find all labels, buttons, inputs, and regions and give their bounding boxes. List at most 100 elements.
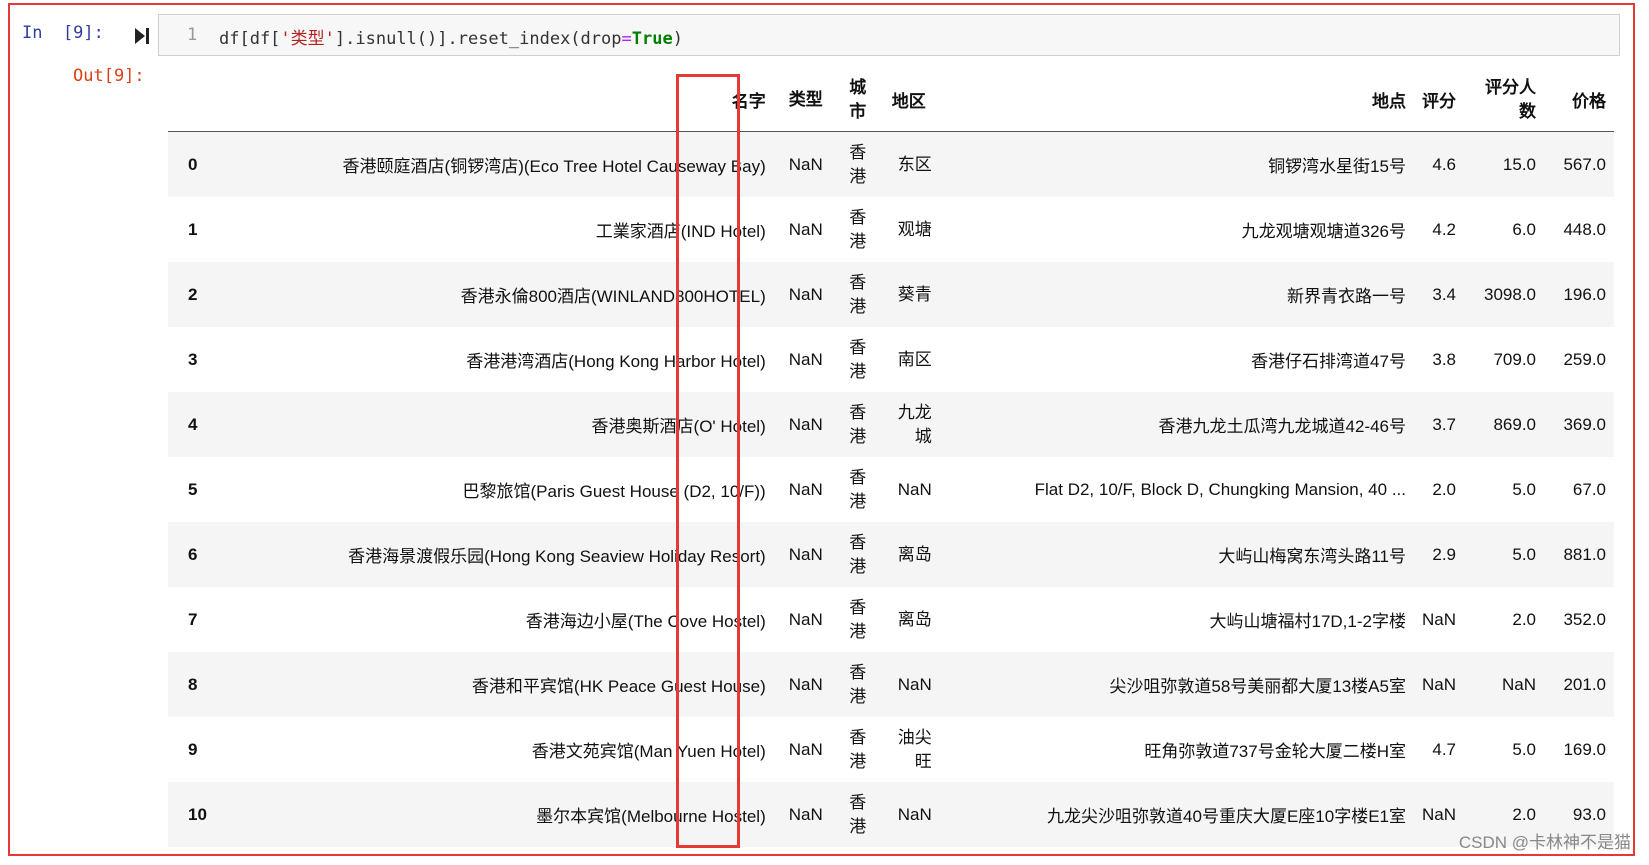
- cell-type: NaN: [788, 674, 823, 694]
- cell-address: 九龙尖沙咀弥敦道40号重庆大厦E座10字楼E1室: [1047, 807, 1406, 826]
- cell-type: NaN: [788, 414, 823, 434]
- table-row: 8 香港和平宾馆(HK Peace Guest House) NaN 香港 NaN 尖沙咀…: [168, 652, 1614, 717]
- row-index: 4: [188, 414, 198, 434]
- cell-rating: 3.7: [1432, 414, 1456, 434]
- cell-city-text: 香港: [849, 662, 867, 706]
- table-row: 10 墨尔本宾馆(Melbourne Hostel) NaN 香港 NaN 九龙尖沙咀弥敦…: [168, 782, 1614, 847]
- cell-district: 葵青: [878, 262, 940, 327]
- code-line[interactable]: df[df['类型'].isnull()].reset_index(drop=T…: [219, 24, 683, 49]
- cell-district-text: 观塘: [897, 219, 932, 239]
- column-header-city-label: 城市: [849, 77, 867, 121]
- cell-raters: 5.0: [1512, 479, 1536, 499]
- cell-rating: 4.7: [1432, 739, 1456, 759]
- table-row: 9 香港文苑宾馆(Man Yuen Hotel) NaN 香港 油尖旺 旺角弥敦道737号…: [168, 717, 1614, 782]
- column-header-raters: 评分人数: [1464, 68, 1544, 132]
- column-header-rating: 评分: [1413, 68, 1464, 132]
- cell-address: 大屿山塘福村17D,1-2字楼: [1209, 612, 1406, 631]
- output-prompt: Out[9]:: [73, 66, 145, 86]
- cell-district-text: 九龙城: [897, 402, 932, 446]
- cell-raters: 15.0: [1502, 154, 1536, 174]
- cell-city-text: 香港: [849, 142, 867, 186]
- cell-name: 香港奥斯酒店(O' Hotel): [591, 417, 766, 436]
- cell-name: 墨尔本宾馆(Melbourne Hostel): [536, 807, 766, 826]
- cell-district: 九龙城: [878, 392, 940, 457]
- input-prompt: In [9]:: [22, 23, 104, 43]
- cell-city-text: 香港: [849, 792, 867, 836]
- code-operator: =: [621, 29, 632, 49]
- watermark: CSDN @卡林神不是猫: [1458, 833, 1631, 852]
- cell-name: 工業家酒店(IND Hotel): [595, 222, 766, 241]
- column-header-price: 价格: [1544, 68, 1614, 132]
- cell-city: 香港: [838, 457, 878, 522]
- cell-district-text: 离岛: [897, 544, 932, 564]
- cell-raters: 3098.0: [1484, 284, 1536, 304]
- cell-address: 旺角弥敦道737号金轮大厦二楼H室: [1144, 742, 1406, 761]
- cell-city: 香港: [838, 522, 878, 587]
- cell-address: Flat D2, 10/F, Block D, Chungking Mansio…: [1034, 479, 1406, 499]
- column-header-name: 名字: [236, 68, 774, 132]
- cell-raters: NaN: [1501, 674, 1536, 694]
- cell-raters: 709.0: [1493, 349, 1536, 369]
- table-row: 2 香港永倫800酒店(WINLAND800HOTEL) NaN 香港 葵青 新界青衣路一…: [168, 262, 1614, 327]
- cell-district: 南区: [878, 327, 940, 392]
- cell-type: NaN: [788, 219, 823, 239]
- table-row: 5 巴黎旅馆(Paris Guest House (D2, 10/F)) NaN 香港…: [168, 457, 1614, 522]
- cell-name: 巴黎旅馆(Paris Guest House (D2, 10/F)): [462, 482, 766, 501]
- row-index: 6: [188, 544, 198, 564]
- cell-district: NaN: [878, 782, 940, 847]
- cell-city: 香港: [838, 132, 878, 198]
- cell-city-text: 香港: [849, 402, 867, 446]
- cell-price: 352.0: [1563, 609, 1606, 629]
- code-part: df[df[: [219, 29, 281, 49]
- cell-city-text: 香港: [849, 207, 867, 251]
- cell-address: 尖沙咀弥敦道58号美丽都大厦13楼A5室: [1109, 677, 1406, 696]
- cell-type: NaN: [788, 479, 823, 499]
- cell-address: 香港仔石排湾道47号: [1251, 352, 1406, 371]
- code-part: ].isnull()].reset_index(drop: [334, 29, 622, 49]
- cell-city: 香港: [838, 652, 878, 717]
- cell-district: 离岛: [878, 587, 940, 652]
- cell-rating: 3.4: [1432, 284, 1456, 304]
- row-index: 2: [188, 284, 198, 304]
- table-row: 7 香港海边小屋(The Cove Hostel) NaN 香港 离岛 大屿山塘福村17D…: [168, 587, 1614, 652]
- cell-raters: 6.0: [1512, 219, 1536, 239]
- row-index: 7: [188, 609, 198, 629]
- table-row: 3 香港港湾酒店(Hong Kong Harbor Hotel) NaN 香港 南区 香港…: [168, 327, 1614, 392]
- cell-name: 香港海边小屋(The Cove Hostel): [525, 612, 766, 631]
- line-number: 1: [187, 25, 198, 45]
- cell-district-text: NaN: [897, 804, 932, 824]
- cell-price: 259.0: [1563, 349, 1606, 369]
- cell-city-text: 香港: [849, 467, 867, 511]
- cell-district: NaN: [878, 652, 940, 717]
- cell-city-text: 香港: [849, 597, 867, 641]
- cell-price: 448.0: [1563, 219, 1606, 239]
- code-cell[interactable]: 1 df[df['类型'].isnull()].reset_index(drop…: [158, 14, 1620, 56]
- cell-city: 香港: [838, 197, 878, 262]
- row-index: 0: [188, 154, 198, 174]
- code-string: '类型': [280, 29, 335, 49]
- cell-price: 201.0: [1563, 674, 1606, 694]
- cell-district-text: NaN: [897, 674, 932, 694]
- cell-city-text: 香港: [849, 337, 867, 381]
- cell-name: 香港文苑宾馆(Man Yuen Hotel): [531, 742, 766, 761]
- cell-type: NaN: [788, 804, 823, 824]
- cell-district: 东区: [878, 132, 940, 198]
- cell-district-text: 葵青: [897, 284, 932, 304]
- run-cell-icon[interactable]: [134, 26, 152, 46]
- cell-address: 新界青衣路一号: [1286, 287, 1406, 306]
- table-row: 1 工業家酒店(IND Hotel) NaN 香港 观塘 九龙观塘观塘道326号 4.2 6.…: [168, 197, 1614, 262]
- cell-type: NaN: [788, 284, 823, 304]
- row-index: 9: [188, 739, 198, 759]
- cell-city-text: 香港: [849, 727, 867, 771]
- cell-price: 369.0: [1563, 414, 1606, 434]
- table-row: 6 香港海景渡假乐园(Hong Kong Seaview Holiday Reso…: [168, 522, 1614, 587]
- cell-city: 香港: [838, 262, 878, 327]
- cell-city: 香港: [838, 587, 878, 652]
- cell-rating: NaN: [1421, 804, 1456, 824]
- cell-price: 881.0: [1563, 544, 1606, 564]
- cell-rating: NaN: [1421, 674, 1456, 694]
- cell-name: 香港颐庭酒店(铜锣湾店)(Eco Tree Hotel Causeway Bay…: [342, 157, 766, 176]
- cell-district-text: 油尖旺: [897, 727, 932, 771]
- cell-rating: NaN: [1421, 609, 1456, 629]
- cell-rating: 4.6: [1432, 154, 1456, 174]
